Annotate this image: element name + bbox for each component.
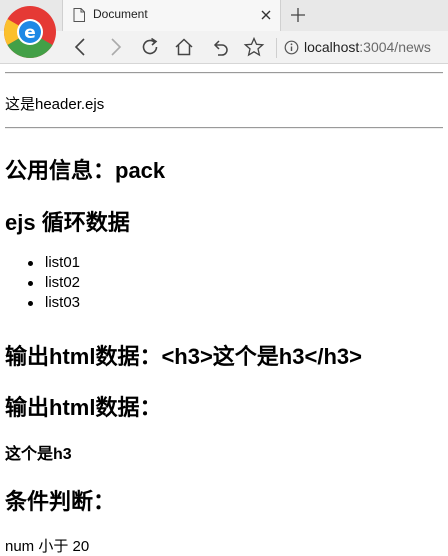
close-icon[interactable] [259,8,273,22]
raw-html-heading: 输出html数据： [5,395,162,420]
undo-icon[interactable] [209,36,231,58]
tab-strip: Document [0,0,448,31]
escaped-html-heading: 输出html数据：<h3>这个是h3</h3> [5,344,362,369]
list-item: list03 [27,294,81,311]
url-path: :3004/news [359,39,431,55]
loop-heading: ejs 循环数据 [5,210,130,235]
browser-tab[interactable]: Document [62,0,281,31]
public-info-heading: 公用信息：pack [5,158,166,183]
header-text: 这是header.ejs [5,96,105,113]
condition-heading: 条件判断： [5,489,116,514]
list-item: list01 [27,254,81,271]
divider-top [5,72,443,74]
info-icon[interactable] [284,40,299,55]
tab-title: Document [93,7,148,21]
home-icon[interactable] [173,36,195,58]
list-item: list02 [27,274,81,291]
address-bar[interactable]: localhost:3004/news [276,36,448,60]
refresh-icon[interactable] [139,36,161,58]
browser-logo-icon: e [4,6,56,58]
document-icon [73,8,85,22]
forward-icon[interactable] [104,36,126,58]
address-separator [276,38,277,58]
url-text[interactable]: localhost:3004/news [304,39,431,55]
url-host: localhost [304,39,360,55]
new-tab-icon[interactable] [290,7,306,23]
divider-bottom [5,127,443,129]
back-icon[interactable] [70,36,92,58]
condition-result: num 小于 20 [5,538,90,555]
raw-html-h3: 这个是h3 [5,446,72,463]
star-icon[interactable] [243,36,265,58]
svg-text:e: e [24,23,36,43]
browser-chrome: Document e localhost:3004/news [0,0,448,64]
